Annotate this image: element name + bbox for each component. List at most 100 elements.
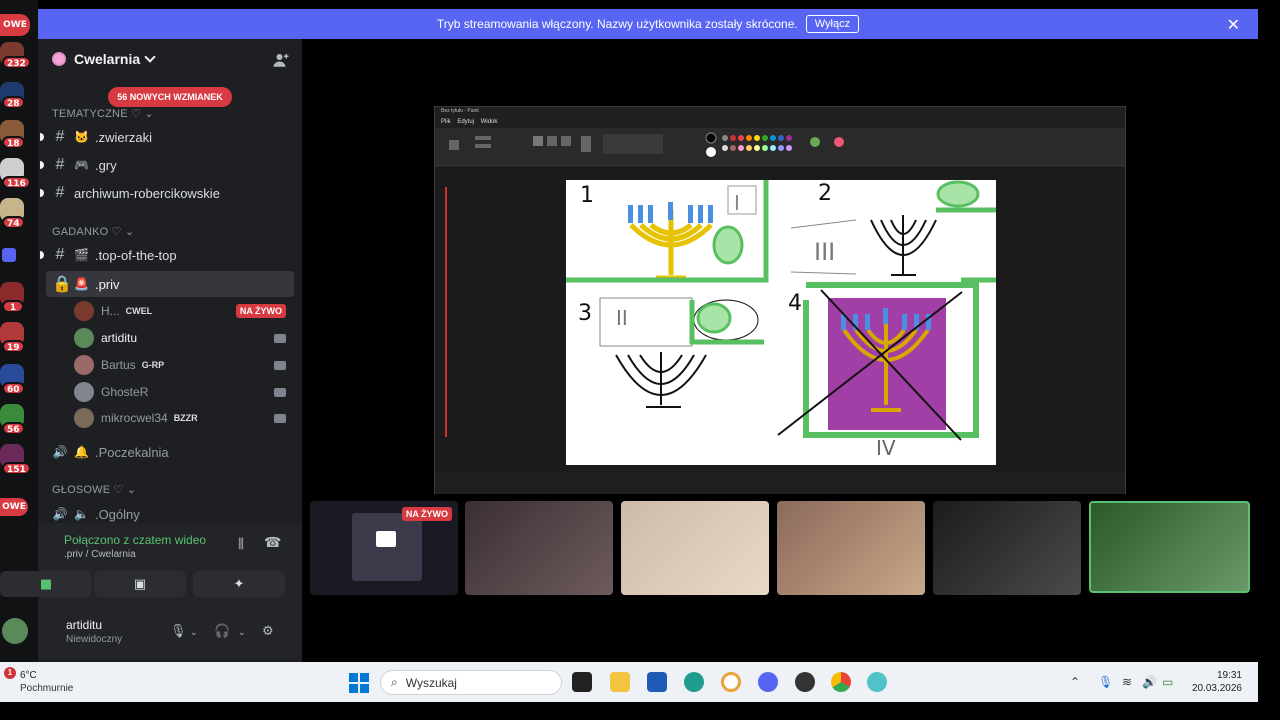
channel-poczekalnia[interactable]: 🔊 🔔 .Poczekalnia — [46, 439, 294, 465]
store-icon[interactable] — [647, 672, 667, 692]
menu-plik[interactable]: Plik — [441, 119, 451, 125]
voice-status[interactable]: Połączono z czatem wideo — [64, 533, 206, 547]
windows-taskbar: 1 6°C Pochmurnie ⌕ Wyszukaj ⌃ 🎙 ≋ 🔊 ▭ 19… — [0, 662, 1258, 702]
voice-member[interactable]: H... CWEL NA ŻYWO — [74, 299, 294, 323]
server-badge: 60 — [2, 382, 25, 395]
file-explorer-icon[interactable] — [610, 672, 630, 692]
microphone-icon[interactable]: 🎙 — [170, 624, 187, 639]
server-badge: 232 — [2, 56, 31, 69]
voice-member[interactable]: Bartus G-RP — [74, 353, 294, 377]
live-badge: NA ŻYWO — [235, 304, 286, 318]
paint-app-icon[interactable] — [867, 672, 887, 692]
zoom-slider[interactable] — [445, 187, 447, 437]
disable-streamer-mode-button[interactable]: Wyłącz — [805, 15, 860, 33]
user-name[interactable]: artiditu — [66, 618, 102, 632]
app-icon[interactable] — [721, 672, 741, 692]
stream-tile[interactable]: NA ŻYWO — [310, 501, 458, 595]
camera-icon — [274, 387, 286, 397]
chevron-down-icon[interactable]: ⌄ — [238, 628, 246, 638]
member-name: H... — [101, 304, 120, 318]
task-view-icon[interactable] — [572, 672, 592, 692]
windows-start-icon[interactable] — [349, 673, 369, 693]
chevron-up-icon[interactable]: ⌃ — [1070, 675, 1080, 689]
activities-button[interactable]: ✦ — [193, 571, 285, 597]
channel-zwierzaki[interactable]: # 🐱 .zwierzaki — [40, 124, 294, 150]
server-badge: 28 — [2, 96, 25, 109]
gear-icon[interactable]: ⚙ — [262, 624, 274, 639]
channel-label: .top-of-the-top — [94, 247, 177, 263]
video-stage: Bez tytułu - Paint Plik Edytuj Widok 1 I… — [302, 39, 1258, 662]
category-tematyczne[interactable]: TEMATYCZNE ♡ ⌄ — [52, 107, 154, 120]
paint-canvas[interactable]: 1 I 2 III 3 II 4 IV — [566, 180, 996, 465]
lock-icon: 🔒 — [52, 276, 72, 293]
roman-numeral: I — [734, 191, 740, 215]
folder-icon[interactable] — [2, 248, 16, 262]
channel-label: .Poczekalnia — [94, 444, 169, 460]
member-tag: CWEL — [125, 306, 153, 316]
avatar — [74, 382, 94, 402]
menu-widok[interactable]: Widok — [481, 119, 498, 125]
camera-button[interactable]: ■ — [0, 571, 92, 597]
close-icon[interactable]: ✕ — [1227, 15, 1240, 35]
activities-icon: ✦ — [233, 576, 245, 592]
unread-indicator — [40, 189, 44, 197]
avatar — [74, 328, 94, 348]
server-flower-icon — [52, 52, 66, 66]
server-badge: 18 — [2, 136, 25, 149]
voice-member[interactable]: GhosteR — [74, 380, 294, 404]
weather-temperature[interactable]: 6°C — [20, 670, 37, 681]
chrome-icon[interactable] — [831, 672, 851, 692]
noise-suppression-icon[interactable]: ⫼ — [238, 537, 244, 552]
clock-time[interactable]: 19:31 — [1217, 670, 1242, 681]
edge-icon[interactable] — [684, 672, 704, 692]
user-panel: artiditu Niewidoczny 🎙 ⌄ 🎧 ⌄ ⚙ — [2, 603, 302, 659]
new-mentions-pill[interactable]: 56 NOWYCH WZMIANEK — [108, 87, 232, 107]
channel-archiwum[interactable]: # archiwum-robercikowskie — [40, 180, 294, 206]
voice-location[interactable]: .priv / Cwelarnia — [64, 549, 136, 560]
quadrant-number: 4 — [788, 291, 802, 316]
headphones-icon[interactable]: 🎧 — [214, 624, 230, 639]
disconnect-icon[interactable]: ☎ — [264, 535, 281, 551]
paint-menubar: Plik Edytuj Widok — [435, 116, 1125, 128]
clock-date[interactable]: 20.03.2026 — [1192, 683, 1242, 694]
weather-badge: 1 — [4, 667, 16, 679]
screen-share-button[interactable]: ▣ — [94, 571, 186, 597]
hash-icon: # — [55, 156, 65, 173]
voice-member[interactable]: artiditu — [74, 326, 294, 350]
voice-member[interactable]: mikrocwel34 BZZR — [74, 406, 294, 430]
weather-description[interactable]: Pochmurnie — [20, 683, 73, 694]
quadrant-number: 1 — [580, 183, 594, 208]
avatar[interactable] — [2, 618, 28, 644]
camera-icon — [274, 360, 286, 370]
category-label: TEMATYCZNE ♡ — [52, 108, 142, 120]
video-tile-speaking[interactable] — [1089, 501, 1250, 593]
server-badge: 1 — [2, 300, 24, 313]
chevron-down-icon[interactable]: ⌄ — [190, 628, 198, 638]
video-tile[interactable] — [933, 501, 1081, 595]
volume-icon[interactable]: 🔊 — [1142, 675, 1157, 689]
menu-edytuj[interactable]: Edytuj — [457, 119, 474, 125]
screen: OWE 232 28 18 116 74 1 19 60 56 151 OWE … — [0, 0, 1280, 720]
wifi-icon[interactable]: ≋ — [1122, 675, 1132, 689]
member-name: GhosteR — [101, 385, 149, 399]
discord-icon[interactable] — [758, 672, 778, 692]
video-tile[interactable] — [465, 501, 613, 595]
video-tile[interactable] — [777, 501, 925, 595]
add-user-icon[interactable] — [272, 51, 290, 69]
channel-top-of-the-top[interactable]: # 🎬 .top-of-the-top — [40, 242, 294, 268]
streamer-mode-banner: Tryb streamowania włączony. Nazwy użytko… — [38, 9, 1258, 39]
taskbar-search[interactable]: ⌕ Wyszukaj — [380, 670, 562, 695]
screen-share-paint-window[interactable]: Bez tytułu - Paint Plik Edytuj Widok 1 I… — [434, 106, 1126, 494]
channel-gry[interactable]: # 🎮 .gry — [40, 152, 294, 178]
battery-icon[interactable]: ▭ — [1162, 675, 1173, 689]
category-glosowe[interactable]: GŁOSOWE ♡ ⌄ — [52, 483, 136, 496]
category-gadanko[interactable]: GADANKO ♡ ⌄ — [52, 225, 134, 238]
microphone-icon[interactable]: 🎙 — [1098, 675, 1113, 689]
server-badge: 56 — [2, 422, 25, 435]
hash-icon: # — [55, 246, 65, 263]
avatar — [74, 301, 94, 321]
channel-priv[interactable]: 🔒 🚨 .priv — [46, 271, 294, 297]
server-header[interactable]: Cwelarnia — [38, 39, 302, 79]
video-tile[interactable] — [621, 501, 769, 595]
obs-icon[interactable] — [795, 672, 815, 692]
